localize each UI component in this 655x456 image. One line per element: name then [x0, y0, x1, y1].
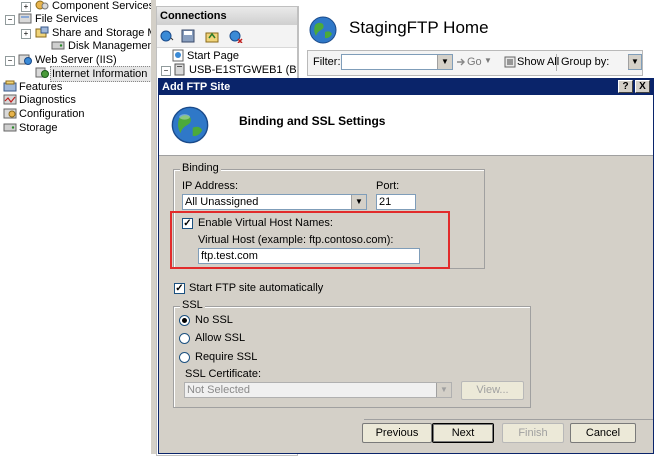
go-dropdown-icon[interactable]: ▼	[484, 56, 492, 65]
collapse-icon[interactable]: −	[5, 56, 15, 66]
help-button[interactable]: ?	[618, 80, 633, 93]
diagnostics-icon	[3, 94, 17, 105]
previous-button[interactable]: Previous	[362, 423, 432, 443]
globe-icon	[309, 16, 337, 44]
tree-item-storage[interactable]: Storage	[0, 121, 151, 135]
port-value: 21	[379, 196, 392, 208]
globe-icon	[171, 106, 209, 144]
group-by-dropdown[interactable]: ▼	[628, 54, 642, 70]
start-automatically-label: Start FTP site automatically	[189, 282, 324, 294]
server-icon	[174, 63, 185, 76]
disconnect-icon[interactable]	[229, 29, 243, 43]
page-title: StagingFTP Home	[349, 18, 489, 37]
configuration-icon	[3, 108, 17, 119]
no-ssl-radio[interactable]	[179, 315, 190, 326]
require-ssl-radio[interactable]	[179, 352, 190, 363]
toolbar-divider	[556, 54, 557, 71]
ip-address-value: All Unassigned	[185, 196, 259, 208]
tree-item-web-server[interactable]: − Web Server (IIS)	[0, 53, 151, 67]
port-input[interactable]: 21	[376, 194, 416, 210]
allow-ssl-radio[interactable]	[179, 333, 190, 344]
cancel-button[interactable]: Cancel	[570, 423, 636, 443]
next-button[interactable]: Next	[432, 423, 494, 443]
connections-title: Connections	[157, 7, 297, 25]
group-by-label: Group by:	[561, 56, 610, 68]
chevron-down-icon[interactable]: ▼	[628, 55, 641, 69]
chevron-down-icon[interactable]: ▼	[437, 55, 452, 69]
expand-icon[interactable]: +	[21, 29, 31, 39]
ip-address-select[interactable]: All Unassigned ▼	[182, 194, 367, 210]
show-all-button[interactable]: Show All	[517, 56, 559, 68]
tree-item-features[interactable]: Features	[0, 80, 151, 94]
collapse-icon[interactable]: −	[161, 66, 171, 76]
dialog-heading: Binding and SSL Settings	[239, 114, 386, 128]
component-services-icon	[35, 0, 49, 10]
web-server-icon	[18, 54, 32, 65]
storage-icon	[3, 123, 17, 132]
ssl-certificate-select[interactable]: Not Selected ▼	[184, 382, 452, 398]
tree-item-file-services[interactable]: − File Services	[0, 12, 151, 26]
file-services-icon	[18, 13, 32, 24]
collapse-icon[interactable]: −	[5, 15, 15, 25]
iis-manager-icon	[35, 67, 49, 78]
filter-input[interactable]: ▼	[341, 54, 453, 70]
connections-toolbar	[157, 25, 297, 48]
ssl-group: SSL No SSL Allow SSL Require SSL SSL Cer…	[173, 299, 531, 408]
ssl-group-label: SSL	[180, 299, 205, 311]
finish-button[interactable]: Finish	[502, 423, 564, 443]
up-folder-icon[interactable]	[205, 29, 219, 43]
go-button[interactable]: Go	[467, 56, 482, 68]
ssl-certificate-value: Not Selected	[187, 384, 250, 396]
start-page-icon	[172, 49, 184, 62]
port-label: Port:	[376, 180, 400, 192]
share-storage-icon	[35, 26, 49, 38]
tree-item-configuration[interactable]: Configuration	[0, 107, 151, 121]
require-ssl-label: Require SSL	[195, 351, 258, 363]
show-all-icon[interactable]	[504, 56, 516, 68]
tree-item-share-storage[interactable]: + Share and Storage Man	[0, 26, 151, 40]
disk-management-icon	[51, 41, 65, 50]
save-icon[interactable]	[181, 29, 195, 43]
tree-item-disk-management[interactable]: Disk Management	[0, 39, 151, 53]
filter-bar: Filter: ▼ Go ▼ Show All Group by: ▼	[307, 50, 643, 76]
tree-item-diagnostics[interactable]: Diagnostics	[0, 93, 151, 107]
view-certificate-button[interactable]: View...	[461, 381, 524, 400]
ip-address-label: IP Address:	[182, 180, 239, 192]
server-manager-tree: + Component Services − File Services + S…	[0, 0, 152, 454]
start-automatically-checkbox[interactable]: ✓	[174, 283, 185, 294]
dialog-header: Binding and SSL Settings	[159, 95, 653, 156]
highlight-annotation	[170, 211, 450, 269]
chevron-down-icon[interactable]: ▼	[436, 383, 451, 397]
button-divider	[364, 419, 653, 420]
close-button[interactable]: X	[635, 80, 650, 93]
go-icon[interactable]	[456, 57, 466, 67]
features-icon	[3, 80, 17, 92]
allow-ssl-label: Allow SSL	[195, 332, 246, 344]
filter-label: Filter:	[313, 56, 341, 68]
dialog-title-bar: Add FTP Site ? X	[159, 79, 653, 95]
tree-item-iis-manager[interactable]: Internet Information Se	[0, 66, 151, 82]
expand-icon[interactable]: +	[21, 2, 31, 12]
binding-group-label: Binding	[180, 162, 221, 174]
connect-icon[interactable]	[160, 29, 174, 43]
dialog-title: Add FTP Site	[162, 81, 231, 93]
ssl-certificate-label: SSL Certificate:	[185, 368, 262, 380]
no-ssl-label: No SSL	[195, 314, 233, 326]
chevron-down-icon[interactable]: ▼	[351, 195, 366, 209]
